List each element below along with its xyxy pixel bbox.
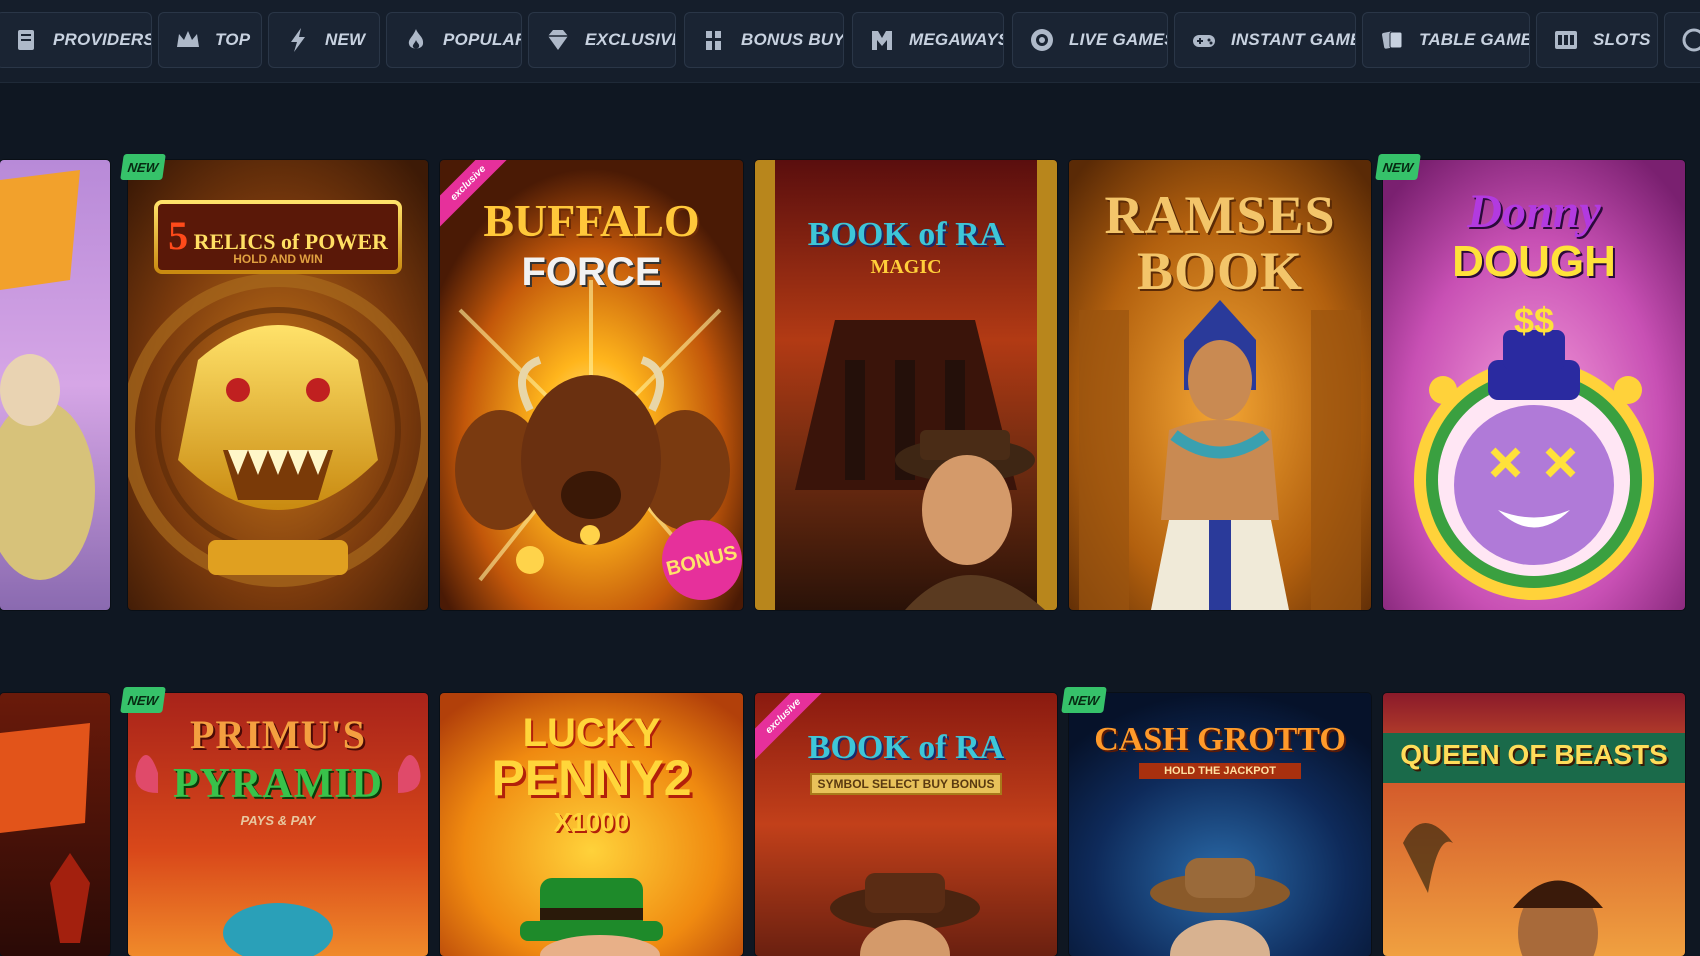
new-badge: NEW <box>1061 687 1107 713</box>
lightning-icon <box>283 25 313 55</box>
diamond-icon <box>543 25 573 55</box>
category-megaways[interactable]: Megaways <box>852 12 1004 68</box>
game-card-book-of-ra-magic[interactable]: BOOK of RA MAGIC <box>755 160 1057 610</box>
game-title: BUFFALO <box>483 195 700 246</box>
category-label: Exclusive <box>585 30 676 49</box>
game-subtitle: HOLD THE JACKPOT <box>1139 763 1301 779</box>
game-title-line2: PYRAMID <box>173 761 383 807</box>
game-card-partial[interactable] <box>0 160 110 610</box>
game-title: BOOK of RA <box>807 216 1005 253</box>
new-badge: NEW <box>120 687 166 713</box>
game-subtitle: MAGIC <box>870 256 942 278</box>
game-card-lucky-penny-2[interactable]: LUCKY PENNY2 X1000 <box>440 693 743 956</box>
category-label: Table Games <box>1419 30 1529 49</box>
table-games-icon <box>1377 25 1407 55</box>
game-card-book-of-ra-symbol-select[interactable]: exclusive BOOK of RA SYMBOL SELECT BUY B… <box>755 693 1057 956</box>
game-title: 5 RELICS of POWER <box>168 213 388 258</box>
new-badge: NEW <box>120 154 166 180</box>
category-label: Providers <box>53 30 152 49</box>
game-card-partial[interactable] <box>0 693 110 956</box>
category-new[interactable]: New <box>268 12 380 68</box>
gamepad-icon <box>1189 25 1219 55</box>
category-instant-games[interactable]: Instant Games <box>1174 12 1356 68</box>
game-title: RAMSES <box>1104 185 1336 245</box>
category-label: Bonus Buys <box>741 30 844 49</box>
category-label: Instant Games <box>1231 30 1355 49</box>
game-card-donny-dough[interactable]: Donny DOUGH $$ <box>1383 160 1685 610</box>
game-title: BOOK of RA <box>807 729 1005 766</box>
category-label: Popular <box>443 30 522 49</box>
category-label: Live Games <box>1069 30 1168 49</box>
game-title: QUEEN OF BEASTS <box>1400 739 1668 770</box>
megaways-icon <box>867 25 897 55</box>
category-slots[interactable]: Slots <box>1536 12 1658 68</box>
chip-icon <box>1027 25 1057 55</box>
game-thumbnail <box>0 693 110 956</box>
category-table-games[interactable]: Table Games <box>1362 12 1530 68</box>
category-label: Slots <box>1593 30 1651 49</box>
game-card-ramses-book[interactable]: RAMSES BOOK <box>1069 160 1371 610</box>
category-more[interactable] <box>1664 12 1700 68</box>
game-thumbnail <box>1383 693 1685 956</box>
category-nav: Providers Top New Popular Exclusive Bonu… <box>0 0 1700 83</box>
category-live-games[interactable]: Live Games <box>1012 12 1168 68</box>
game-card-relics-of-power[interactable]: 5 RELICS of POWER HOLD AND WIN <box>128 160 428 610</box>
game-title-line2: DOUGH <box>1452 237 1616 286</box>
game-title: LUCKY <box>522 711 661 755</box>
game-title: CASH GROTTO <box>1094 721 1346 758</box>
category-popular[interactable]: Popular <box>386 12 522 68</box>
game-subtitle: X1000 <box>553 807 630 837</box>
game-card-cash-grotto[interactable]: CASH GROTTO HOLD THE JACKPOT <box>1069 693 1371 956</box>
game-thumbnail <box>0 160 110 610</box>
category-bonus-buys[interactable]: Bonus Buys <box>684 12 844 68</box>
crown-icon <box>173 25 203 55</box>
providers-icon <box>11 25 41 55</box>
game-title: Donny <box>1467 185 1601 238</box>
game-card-buffalo-force[interactable]: exclusive BUFFALO FORCE BONUS <box>440 160 743 610</box>
game-subtitle: HOLD AND WIN <box>233 252 323 266</box>
game-card-primus-pyramid[interactable]: PRIMU'S PYRAMID PAYS & PAY <box>128 693 428 956</box>
game-card-queen-of-beasts[interactable]: QUEEN OF BEASTS <box>1383 693 1685 956</box>
game-title: PRIMU'S <box>190 712 366 757</box>
category-label: Top <box>215 30 251 49</box>
category-label: Megaways <box>909 30 1004 49</box>
category-label: New <box>325 30 366 49</box>
game-title-line2: FORCE <box>521 250 662 294</box>
flame-icon <box>401 25 431 55</box>
slots-icon <box>1551 25 1581 55</box>
category-exclusive[interactable]: Exclusive <box>528 12 676 68</box>
new-badge: NEW <box>1375 154 1421 180</box>
game-subtitle: SYMBOL SELECT BUY BONUS <box>810 773 1002 795</box>
game-title-line2: PENNY2 <box>491 750 692 806</box>
dollar-signs: $$ <box>1513 300 1555 341</box>
more-category-icon <box>1679 25 1700 55</box>
game-subtitle: PAYS & PAY <box>240 813 316 828</box>
category-top[interactable]: Top <box>158 12 262 68</box>
bonus-buys-icon <box>699 25 729 55</box>
game-title-line2: BOOK <box>1136 241 1304 301</box>
category-providers[interactable]: Providers <box>0 12 152 68</box>
